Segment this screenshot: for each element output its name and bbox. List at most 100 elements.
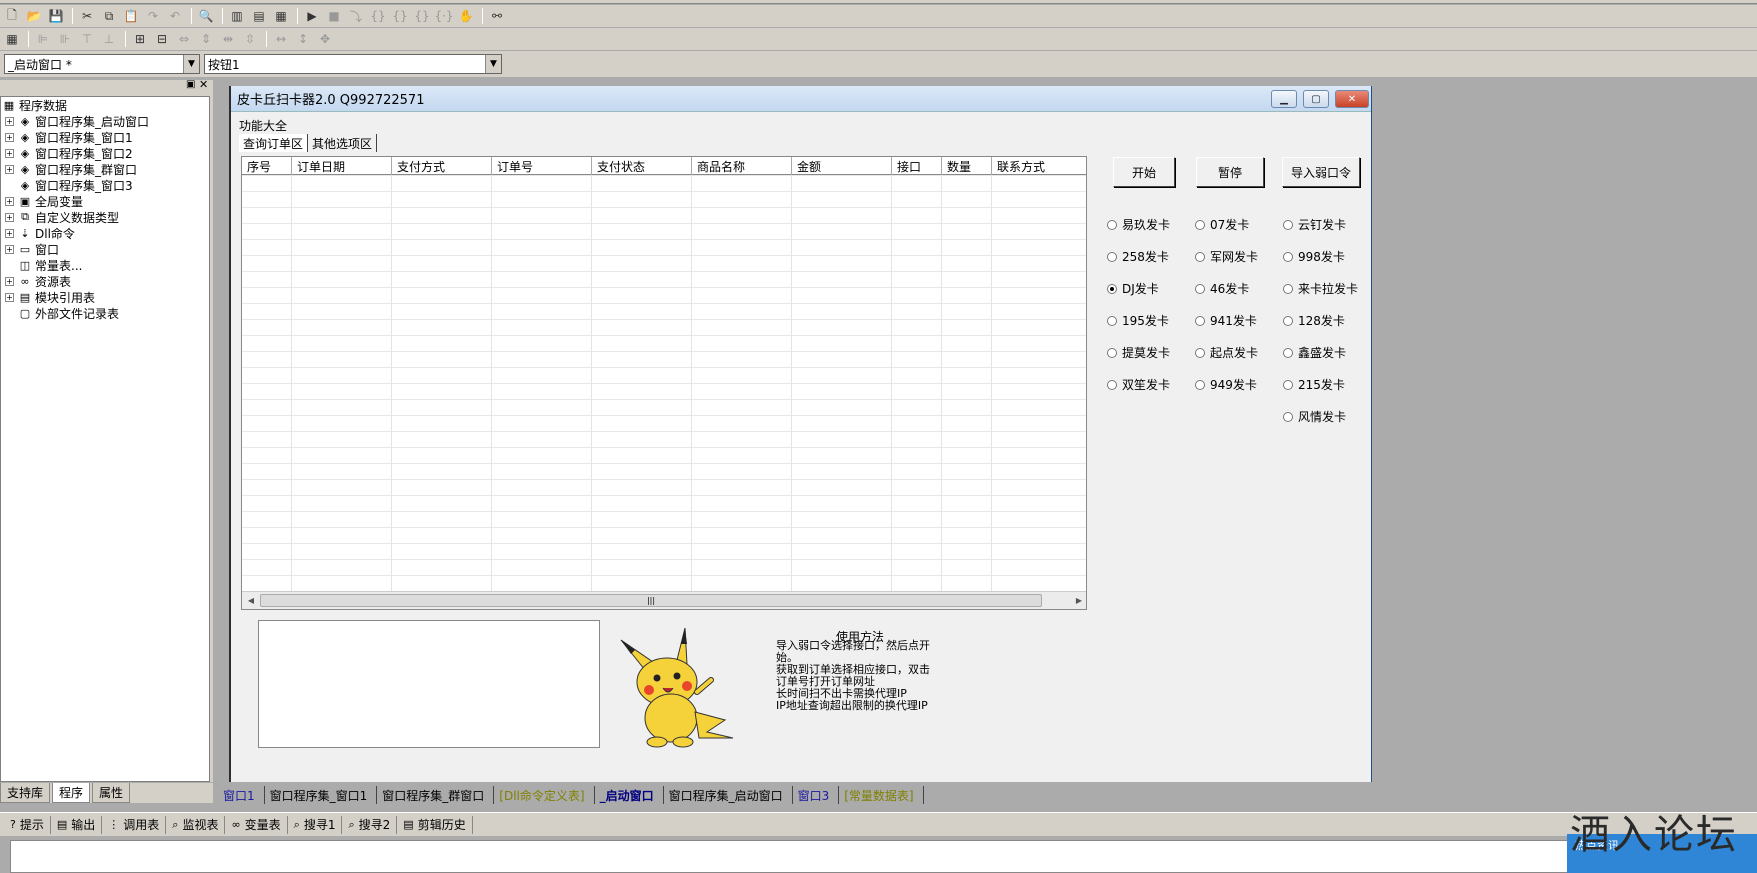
card-source-radio[interactable]: 风情发卡 [1283,408,1346,425]
expand-toggle-icon[interactable]: + [5,212,14,222]
expand-toggle-icon[interactable]: + [5,276,14,286]
tree-item[interactable]: + ◈ 窗口程序集_窗口2 [5,145,133,161]
tree-item[interactable]: ◫ 常量表... [5,257,83,273]
undo-icon[interactable]: ↶ [165,7,185,25]
breakpoint-icon[interactable]: {·} [434,7,454,25]
left-tab[interactable]: 支持库 [0,783,51,803]
column-header[interactable]: 金额 [792,157,892,175]
card-source-radio[interactable]: 46发卡 [1195,280,1249,297]
close-window-icon[interactable]: ✕ [1335,90,1369,108]
card-source-radio[interactable]: 258发卡 [1107,248,1169,265]
bottom-tab[interactable]: ▤ 输出 [51,815,103,834]
expand-toggle-icon[interactable]: + [5,164,14,174]
step-icon[interactable]: ⤵ [346,7,366,25]
card-source-radio[interactable]: 949发卡 [1195,376,1257,393]
radio-circle[interactable] [1107,251,1117,262]
same-height-icon[interactable]: ⇕ [196,30,216,48]
card-source-radio[interactable]: 998发卡 [1283,248,1345,265]
table-body[interactable] [242,175,1086,591]
column-header[interactable]: 序号 [242,157,292,175]
radio-circle[interactable] [1283,219,1293,230]
scroll-thumb[interactable]: ||| [260,594,1042,607]
bottom-tab[interactable]: ⋮ 调用表 [102,815,167,834]
size-both-icon[interactable]: ✥ [315,30,335,48]
tab-query-orders[interactable]: 查询订单区 [239,134,309,152]
maximize-icon[interactable]: ▢ [1303,90,1329,108]
radio-circle[interactable] [1195,315,1205,326]
chevron-down-icon[interactable]: ▼ [485,55,501,73]
expand-toggle-icon[interactable]: + [5,196,14,206]
left-tab[interactable]: 属性 [92,783,131,803]
radio-circle[interactable] [1195,251,1205,262]
tree-item[interactable]: ◈ 窗口程序集_窗口3 [5,177,133,193]
horizontal-scrollbar[interactable]: ◀ ||| ▶ [242,591,1086,609]
tab-other-options[interactable]: 其他选项区 [308,134,378,152]
radio-circle[interactable] [1283,379,1293,390]
radio-circle[interactable] [1107,283,1117,294]
window-selector-combo[interactable]: _启动窗口 * ▼ [4,54,200,74]
card-source-radio[interactable]: 易玖发卡 [1107,216,1170,233]
card-source-radio[interactable]: 215发卡 [1283,376,1345,393]
hand-icon[interactable]: ✋ [456,7,476,25]
chevron-down-icon[interactable]: ▼ [183,55,199,73]
bottom-tab[interactable]: ▤ 剪辑历史 [397,815,473,834]
card-source-radio[interactable]: 云钉发卡 [1283,216,1346,233]
radio-circle[interactable] [1195,347,1205,358]
tree-item[interactable]: + ▭ 窗口 [5,241,59,257]
orders-table[interactable]: 序号 订单日期 支付方式 订单号 支付状态 商品名称 金额 接口 数量 联系方式 ◀ ||| ▶ [241,156,1087,610]
stop-icon[interactable]: ■ [324,7,344,25]
card-source-radio[interactable]: 195发卡 [1107,312,1169,329]
run-icon[interactable]: ▶ [302,7,322,25]
bottom-tab[interactable]: ⌕ 搜寻1 [288,815,343,834]
bottom-tab[interactable]: ? 提示 [4,815,51,834]
align-top-icon[interactable]: ⊤ [77,30,97,48]
card-source-radio[interactable]: 军网发卡 [1195,248,1258,265]
cut-icon[interactable]: ✂ [77,7,97,25]
radio-circle[interactable] [1283,251,1293,262]
tree-item[interactable]: + ▤ 模块引用表 [5,289,95,305]
align-right-icon[interactable]: ⊪ [55,30,75,48]
size-height-icon[interactable]: ↕ [293,30,313,48]
pin-icon[interactable]: ▣ [186,79,195,90]
document-tab[interactable]: _启动窗口 [595,786,664,804]
tree-item[interactable]: + ∞ 资源表 [5,273,71,289]
column-header[interactable]: 商品名称 [692,157,792,175]
card-source-radio[interactable]: 提莫发卡 [1107,344,1170,361]
column-header[interactable]: 数量 [942,157,992,175]
bottom-tab[interactable]: ⌕ 监视表 [166,815,226,834]
left-tab[interactable]: 程序 [52,783,91,803]
radio-circle[interactable] [1107,379,1117,390]
document-tab[interactable]: [Dll命令定义表] [494,786,595,804]
document-tab[interactable]: 窗口3 [793,786,840,804]
layout-split-icon[interactable]: ▦ [271,7,291,25]
column-header[interactable]: 接口 [892,157,942,175]
close-icon[interactable]: ✕ [199,78,208,91]
radio-circle[interactable] [1283,283,1293,294]
document-tab[interactable]: 窗口程序集_窗口1 [265,786,378,804]
radio-circle[interactable] [1283,347,1293,358]
radio-circle[interactable] [1283,411,1293,422]
column-header[interactable]: 联系方式 [992,157,1086,175]
save-icon[interactable]: 💾 [46,7,66,25]
binoculars-icon[interactable]: ⚯ [487,7,507,25]
find-icon[interactable]: 🔍 [196,7,216,25]
document-tab[interactable]: 窗口程序集_群窗口 [377,786,495,804]
paste-icon[interactable]: 📋 [121,7,141,25]
column-header[interactable]: 订单号 [492,157,592,175]
expand-toggle-icon[interactable]: + [5,228,14,238]
step-into-icon[interactable]: {} [368,7,388,25]
size-width-icon[interactable]: ↔ [271,30,291,48]
minimize-icon[interactable]: ▁ [1271,90,1297,108]
tree-item[interactable]: ▦ 程序数据 [1,97,67,113]
control-selector-combo[interactable]: 按钮1 ▼ [204,54,502,74]
tree-item[interactable]: ▢ 外部文件记录表 [5,305,119,321]
document-tab[interactable]: 窗口程序集_启动窗口 [664,786,793,804]
radio-circle[interactable] [1107,347,1117,358]
step-over-icon[interactable]: {} [390,7,410,25]
output-panel[interactable] [10,840,1757,873]
tree-item[interactable]: + ◈ 窗口程序集_窗口1 [5,129,133,145]
menu-function-list[interactable]: 功能大全 [239,117,287,134]
card-source-radio[interactable]: 07发卡 [1195,216,1249,233]
tree-item[interactable]: + ◈ 窗口程序集_群窗口 [5,161,137,177]
column-header[interactable]: 支付方式 [392,157,492,175]
